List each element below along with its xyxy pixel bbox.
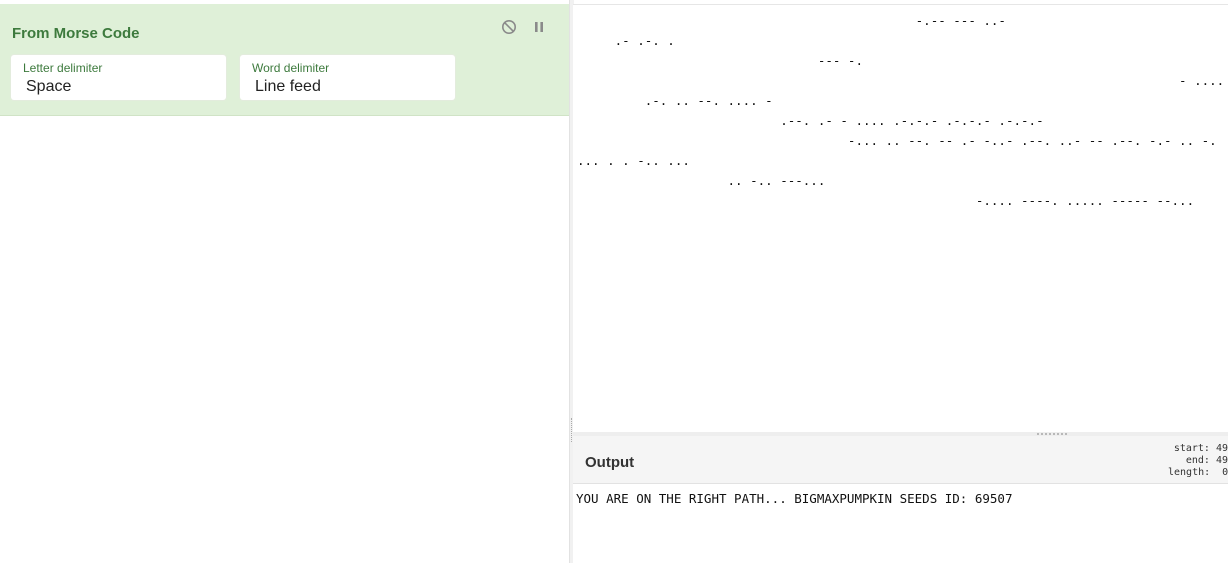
operation-controls <box>501 19 547 35</box>
output-pane[interactable]: YOU ARE ON THE RIGHT PATH... BIGMAXPUMPK… <box>573 484 1228 563</box>
recipe-pane: From Morse Code Letter delimiter Space W… <box>0 0 569 563</box>
output-selection-info: start: 49 end: 49 length: 0 <box>1168 443 1228 478</box>
letter-delimiter-label: Letter delimiter <box>23 61 103 75</box>
word-delimiter-label: Word delimiter <box>252 61 330 75</box>
input-text[interactable]: -.-- --- ..- .- .-. . --- -. - .... . .-… <box>577 11 1228 211</box>
word-delimiter-value[interactable]: Line feed <box>255 78 435 96</box>
letter-delimiter-value[interactable]: Space <box>26 78 206 96</box>
output-text[interactable]: YOU ARE ON THE RIGHT PATH... BIGMAXPUMPK… <box>576 490 1013 508</box>
disable-icon[interactable] <box>501 19 517 35</box>
operation-title: From Morse Code <box>12 25 140 42</box>
word-delimiter-field[interactable]: Word delimiter Line feed <box>240 55 455 100</box>
pause-icon[interactable] <box>531 19 547 35</box>
input-pane[interactable]: -.-- --- ..- .- .-. . --- -. - .... . .-… <box>573 4 1228 433</box>
output-title: Output <box>585 454 635 471</box>
output-header: Output start: 49 end: 49 length: 0 <box>573 436 1228 484</box>
operation-from-morse-code[interactable]: From Morse Code Letter delimiter Space W… <box>0 4 569 116</box>
letter-delimiter-field[interactable]: Letter delimiter Space <box>11 55 226 100</box>
